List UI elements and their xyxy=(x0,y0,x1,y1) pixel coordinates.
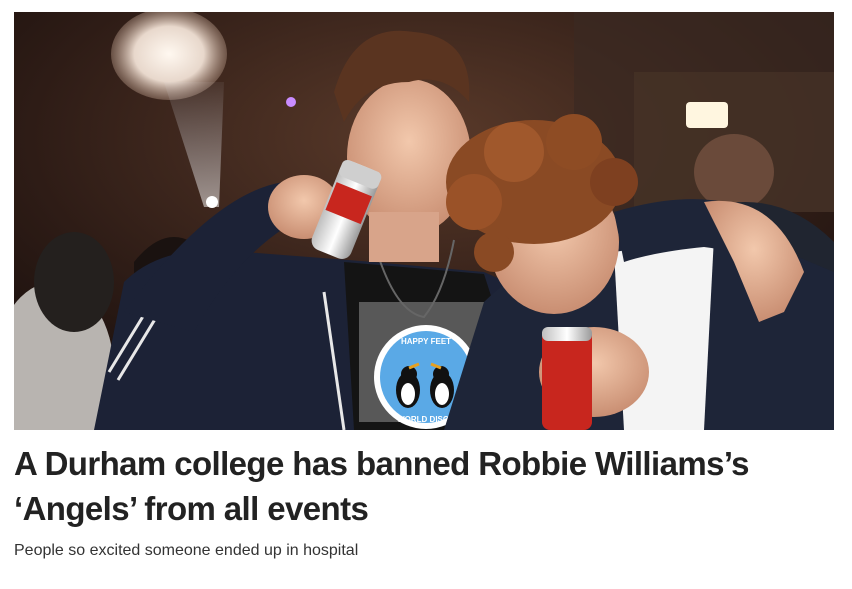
badge-top-text: HAPPY FEET xyxy=(401,337,451,346)
article-headline[interactable]: A Durham college has banned Robbie Willi… xyxy=(14,441,834,531)
badge-bottom-text: WORLD DISCO xyxy=(397,415,455,424)
article-hero-image[interactable]: HAPPY FEET WORLD DISCO xyxy=(14,12,834,430)
article-subheadline: People so excited someone ended up in ho… xyxy=(14,542,359,559)
article-card[interactable]: HAPPY FEET WORLD DISCO A Durham college … xyxy=(0,0,852,589)
nightclub-photo: HAPPY FEET WORLD DISCO xyxy=(14,12,834,430)
